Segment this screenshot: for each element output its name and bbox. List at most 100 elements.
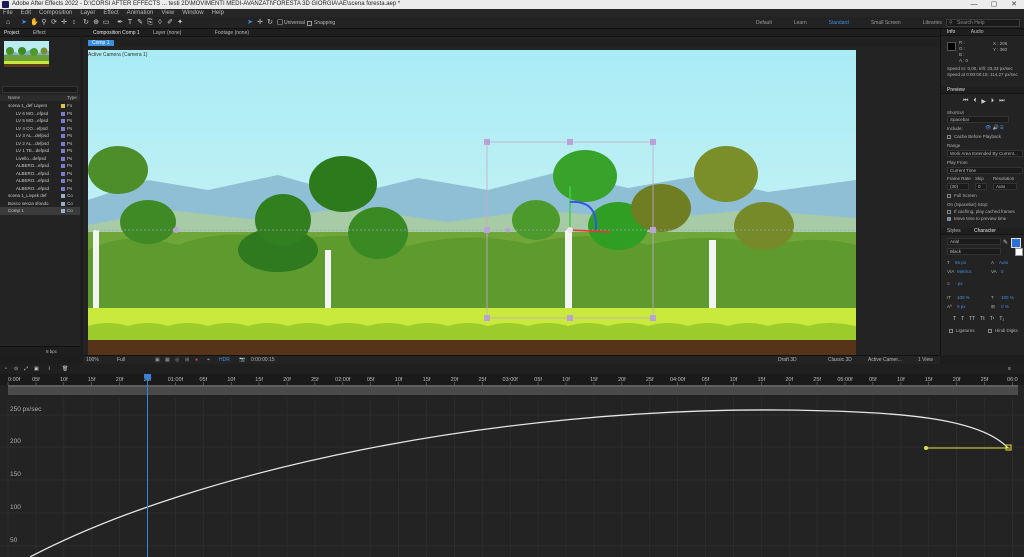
menu-help[interactable]: Help — [212, 9, 224, 17]
label-color-swatch[interactable] — [61, 126, 65, 131]
project-item[interactable]: LV 6 MO...efpsd Ps — [0, 110, 80, 118]
project-item[interactable]: LV 1 TE...defpsd Ps — [0, 147, 80, 155]
show-properties-icon[interactable]: ⊙ — [14, 364, 18, 374]
project-item[interactable]: ALBERO...efpsd Ps — [0, 185, 80, 193]
hand-tool-icon[interactable]: ✋ — [30, 19, 39, 27]
orbit-tool-icon[interactable]: ⟳ — [50, 19, 58, 27]
project-item[interactable]: ALBERO...efpsd Ps — [0, 170, 80, 178]
graph-editor[interactable]: 250 px/sec 200 150 100 50 — [0, 398, 1024, 557]
search-help-input[interactable]: ⚲ Search Help — [946, 19, 1020, 27]
clone-tool-icon[interactable]: ⎘ — [146, 19, 154, 27]
fill-color-swatch[interactable] — [1011, 238, 1021, 248]
universal-select-icon[interactable]: ➤ — [246, 19, 254, 27]
speed-curve[interactable] — [29, 409, 1009, 557]
include-video-audio-icons[interactable]: 👁 🔊 ⌸ — [985, 125, 1003, 131]
tab-effect[interactable]: Effect — [33, 30, 46, 36]
eraser-tool-icon[interactable]: ◊ — [156, 19, 164, 27]
next-frame-icon[interactable]: ⏵ — [991, 98, 994, 105]
tab-project[interactable]: Project — [4, 30, 20, 36]
label-color-swatch[interactable] — [61, 209, 65, 213]
dolly-tool-icon[interactable]: ↕ — [70, 19, 78, 27]
work-area-bar[interactable] — [8, 385, 1018, 395]
menu-file[interactable]: File — [3, 9, 13, 17]
project-item[interactable]: ALBERO...efpsd Ps — [0, 162, 80, 170]
fit-icon[interactable]: ⤢ — [24, 364, 28, 374]
rectangle-tool-icon[interactable]: ▭ — [102, 19, 110, 27]
menu-window[interactable]: Window — [182, 9, 203, 17]
workspace-standard[interactable]: Standard — [829, 17, 849, 29]
baseline-shift-value[interactable]: 0 px — [957, 304, 966, 309]
project-item[interactable]: Comp 1 Co — [0, 207, 80, 215]
eyedropper-icon[interactable]: ✎ — [1003, 239, 1008, 246]
leading-value[interactable]: Auto — [999, 260, 1008, 265]
universal-rotate-icon[interactable]: ↻ — [266, 19, 274, 27]
font-size-value[interactable]: 56 px — [955, 260, 966, 265]
if-caching-checkbox[interactable] — [947, 210, 951, 214]
label-color-swatch[interactable] — [61, 171, 65, 176]
home-icon[interactable]: ⌂ — [4, 19, 12, 27]
faux-italic-button[interactable]: T — [961, 316, 964, 322]
snap-icon[interactable]: ⌇ — [48, 364, 50, 374]
faux-bold-button[interactable]: T — [953, 316, 956, 322]
last-frame-icon[interactable]: ⏭ — [999, 98, 1004, 105]
play-from-select[interactable]: Current Time — [947, 167, 1023, 174]
stroke-width-value[interactable]: - px — [955, 281, 963, 286]
superscript-button[interactable]: T¹ — [990, 316, 995, 322]
column-type[interactable]: Type — [67, 95, 77, 101]
full-screen-checkbox[interactable] — [947, 194, 951, 198]
minimize-button[interactable]: — — [964, 0, 984, 9]
pan-behind-tool-icon[interactable]: ⊕ — [92, 19, 100, 27]
tab-layer[interactable]: Layer (none) — [153, 30, 181, 36]
tab-audio[interactable]: Audio — [971, 29, 984, 35]
subscript-button[interactable]: T₁ — [999, 316, 1004, 322]
tab-styles[interactable]: Styles — [947, 228, 961, 234]
keyframe-handle-end[interactable] — [924, 446, 928, 450]
menu-edit[interactable]: Edit — [21, 9, 31, 17]
close-button[interactable]: ✕ — [1004, 0, 1024, 9]
first-frame-icon[interactable]: ⏮ — [963, 98, 968, 105]
time-ruler[interactable]: 0:00f05f10f15f20f25f01:00f05f10f15f20f25… — [0, 374, 1024, 385]
menu-composition[interactable]: Composition — [39, 9, 72, 17]
project-item[interactable]: ALBERO...efpsd Ps — [0, 177, 80, 185]
small-caps-button[interactable]: Tt — [980, 316, 984, 322]
move-time-checkbox[interactable] — [947, 217, 951, 221]
workspace-learn[interactable]: Learn — [794, 17, 807, 29]
pen-tool-icon[interactable]: ✒ — [116, 19, 124, 27]
move-tool-icon[interactable]: ✛ — [60, 19, 68, 27]
project-search-input[interactable] — [2, 86, 78, 93]
label-color-swatch[interactable] — [61, 111, 65, 116]
menu-animation[interactable]: Animation — [127, 9, 154, 17]
resolution-select[interactable]: Auto — [993, 183, 1017, 190]
tab-composition[interactable]: Composition Comp 1 — [93, 30, 140, 36]
universal-move-icon[interactable]: ✛ — [256, 19, 264, 27]
skip-select[interactable]: 0 — [975, 183, 987, 190]
snapping-checkbox[interactable] — [307, 21, 312, 26]
project-item[interactable]: LV 4 CO...efpsd Ps — [0, 125, 80, 133]
tab-character[interactable]: Character — [974, 228, 996, 234]
label-color-swatch[interactable] — [61, 134, 65, 138]
rotate-tool-icon[interactable]: ↻ — [82, 19, 90, 27]
play-icon[interactable]: ▶ — [981, 98, 986, 105]
label-color-swatch[interactable] — [61, 164, 65, 168]
font-family-select[interactable]: Arial — [947, 238, 1001, 245]
kerning-value[interactable]: Metrics — [957, 269, 972, 274]
project-item[interactable]: LV 5 MO...efpsd Ps — [0, 117, 80, 125]
type-tool-icon[interactable]: T — [126, 19, 134, 27]
delete-icon[interactable]: 🗑 — [62, 364, 68, 374]
cache-checkbox[interactable] — [947, 135, 951, 139]
font-style-select[interactable]: Black — [947, 248, 1001, 255]
playhead-line[interactable] — [147, 374, 148, 557]
selection-tool-icon[interactable]: ➤ — [20, 19, 28, 27]
workspace-small-screen[interactable]: Small Screen — [871, 17, 901, 29]
puppet-tool-icon[interactable]: ✦ — [176, 19, 184, 27]
label-color-swatch[interactable] — [61, 141, 65, 146]
maximize-button[interactable]: ▢ — [984, 0, 1004, 9]
menu-effect[interactable]: Effect — [103, 9, 118, 17]
menu-layer[interactable]: Layer — [80, 9, 95, 17]
column-name[interactable]: Name — [8, 95, 20, 100]
brush-tool-icon[interactable]: ✎ — [136, 19, 144, 27]
bpc-label[interactable]: 8 bpc — [46, 347, 57, 356]
label-color-swatch[interactable] — [61, 179, 65, 183]
zoom-tool-icon[interactable]: ⚲ — [40, 19, 48, 27]
label-color-swatch[interactable] — [61, 194, 65, 198]
